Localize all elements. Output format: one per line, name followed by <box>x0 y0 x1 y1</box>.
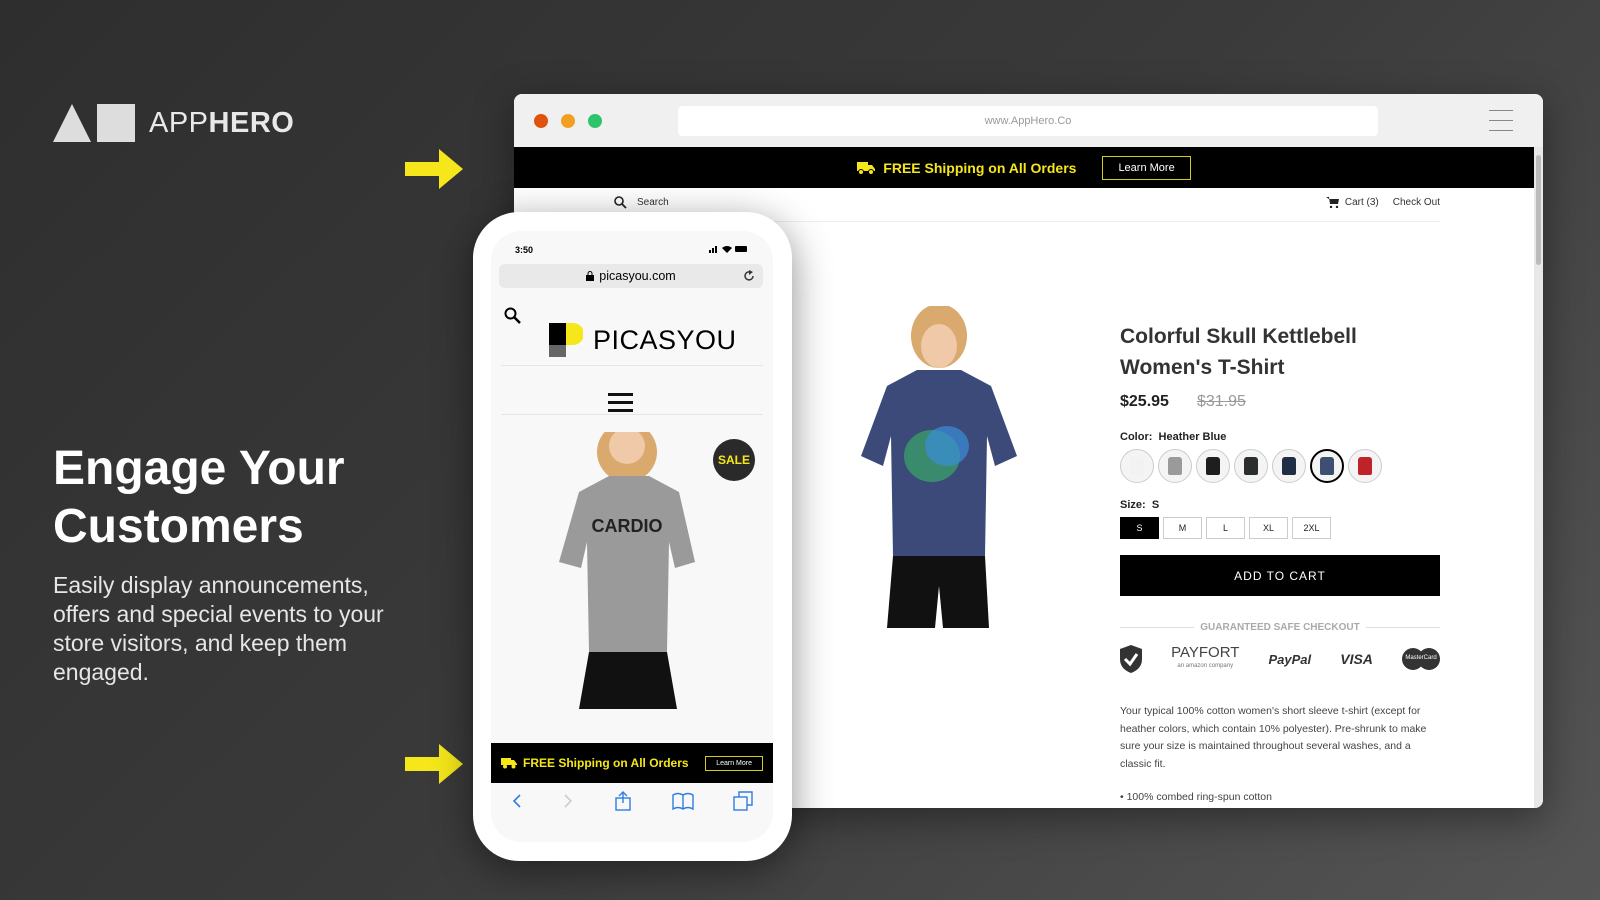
phone-screen: 3:50 picasyou.com PICASYOU CARDIO SALE F… <box>491 231 773 842</box>
size-option[interactable]: L <box>1206 517 1245 539</box>
hamburger-menu-icon[interactable] <box>608 393 633 412</box>
size-option[interactable]: XL <box>1249 517 1288 539</box>
announcement-banner: FREE Shipping on All Orders Learn More <box>514 147 1534 188</box>
logo-mark-icon <box>53 104 135 142</box>
truck-icon <box>501 758 517 769</box>
size-option[interactable]: 2XL <box>1292 517 1331 539</box>
checkout-link[interactable]: Check Out <box>1393 197 1440 208</box>
arrow-right-icon <box>405 744 463 784</box>
add-to-cart-button[interactable]: ADD TO CART <box>1120 555 1440 596</box>
product-image <box>861 306 1017 628</box>
truck-icon <box>857 161 876 175</box>
phone-mockup: 3:50 picasyou.com PICASYOU CARDIO SALE F… <box>473 212 792 861</box>
size-option[interactable]: M <box>1163 517 1202 539</box>
color-value: Heather Blue <box>1158 431 1227 443</box>
search-link[interactable]: Search <box>614 196 669 209</box>
search-icon[interactable] <box>504 307 521 324</box>
product-title: Colorful Skull Kettlebell Women's T-Shir… <box>1120 325 1357 379</box>
size-label: Size: <box>1120 499 1146 511</box>
color-swatches <box>1120 449 1440 483</box>
color-label: Color: <box>1120 431 1153 443</box>
mastercard-logo: MasterCard <box>1402 648 1440 670</box>
original-price: $31.95 <box>1196 393 1246 410</box>
minimize-window-button[interactable] <box>561 114 575 128</box>
address-bar[interactable]: www.AppHero.Co <box>678 106 1378 136</box>
size-option[interactable]: S <box>1120 517 1159 539</box>
search-icon <box>614 196 627 209</box>
payment-logos: PAYFORT an amazon company PayPal VISA Mas… <box>1120 641 1440 677</box>
back-icon[interactable] <box>511 793 523 809</box>
size-options: S M L XL 2XL <box>1120 517 1440 539</box>
arrow-right-icon <box>405 149 463 189</box>
color-swatch[interactable] <box>1196 449 1230 483</box>
size-value: S <box>1151 499 1160 511</box>
status-time: 3:50 <box>515 245 534 255</box>
share-icon[interactable] <box>614 791 632 811</box>
color-swatch[interactable] <box>1310 449 1344 483</box>
color-swatch[interactable] <box>1234 449 1268 483</box>
cart-icon <box>1325 197 1339 208</box>
logo-text: APPHERO <box>149 106 295 139</box>
paypal-logo: PayPal <box>1268 651 1312 667</box>
reload-icon[interactable] <box>743 270 755 282</box>
safe-checkout-heading: GUARANTEED SAFE CHECKOUT <box>1120 622 1441 633</box>
description-paragraph: Easily display announcements, offers and… <box>53 572 384 685</box>
product-price: $25.95 <box>1120 393 1169 410</box>
lock-icon <box>586 271 595 281</box>
apphero-logo: APPHERO <box>53 104 294 142</box>
color-swatch[interactable] <box>1348 449 1382 483</box>
phone-address-bar[interactable]: picasyou.com <box>499 264 763 288</box>
close-window-button[interactable] <box>534 114 548 128</box>
learn-more-button[interactable]: Learn More <box>705 755 763 771</box>
color-swatch[interactable] <box>1158 449 1192 483</box>
menu-icon[interactable] <box>1489 110 1513 140</box>
status-icons <box>709 246 747 253</box>
payfort-logo: PAYFORT an amazon company <box>1171 643 1240 669</box>
tabs-icon[interactable] <box>733 791 753 811</box>
product-image: CARDIO <box>559 432 695 709</box>
color-swatch[interactable] <box>1120 449 1154 483</box>
banner-text: FREE Shipping on All Orders <box>883 159 1077 176</box>
forward-icon[interactable] <box>562 793 574 809</box>
headline: Engage Your Customers <box>53 442 345 553</box>
cart-link[interactable]: Cart (3) <box>1325 197 1379 208</box>
store-logo: PICASYOU <box>549 323 737 357</box>
phone-announcement-banner: FREE Shipping on All Orders Learn More <box>491 743 773 783</box>
product-details: Colorful Skull Kettlebell Women's T-Shir… <box>1120 321 1441 807</box>
product-bullet: • 100% combed ring-spun cotton <box>1120 791 1272 803</box>
maximize-window-button[interactable] <box>588 114 602 128</box>
shield-check-icon <box>1120 645 1142 673</box>
sale-badge: SALE <box>713 439 755 481</box>
visa-logo: VISA <box>1340 651 1373 667</box>
shirt-print: CARDIO <box>592 516 663 536</box>
color-swatch[interactable] <box>1272 449 1306 483</box>
scrollbar[interactable] <box>1534 147 1543 808</box>
browser-toolbar: www.AppHero.Co <box>514 94 1543 147</box>
picasyou-logo-icon <box>549 323 583 357</box>
learn-more-button[interactable]: Learn More <box>1102 155 1191 180</box>
safari-toolbar <box>491 783 773 819</box>
product-description: Your typical 100% cotton women's short s… <box>1120 705 1427 770</box>
bookmarks-icon[interactable] <box>671 792 694 810</box>
